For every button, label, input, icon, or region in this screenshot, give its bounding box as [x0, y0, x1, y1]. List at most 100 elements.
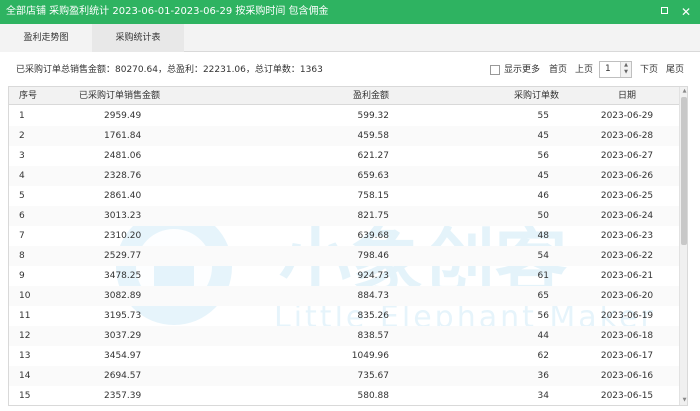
show-more-checkbox[interactable] [490, 65, 500, 75]
table-row[interactable]: 14 2694.57 735.67 36 2023-06-16 [9, 366, 679, 386]
cell-sales-amount: 2861.40 [104, 191, 142, 201]
cell-date: 2023-06-27 [600, 151, 654, 161]
title-bar: 全部店铺 采购盈利统计 2023-06-01-2023-06-29 按采购时间 … [0, 0, 700, 24]
vertical-scrollbar[interactable]: ▲ ▼ [679, 87, 687, 405]
cell-sales-amount: 2694.57 [104, 371, 142, 381]
page-stepper[interactable]: ▲ ▼ [620, 62, 631, 77]
cell-sales-amount: 2481.06 [104, 151, 142, 161]
cell-date: 2023-06-18 [600, 331, 654, 341]
cell-profit: 924.73 [357, 271, 390, 281]
summary-text: 已采购订单总销售金额：80270.64，总盈利：22231.06，总订单数：13… [16, 65, 323, 75]
cell-order-count: 36 [537, 371, 549, 381]
cell-order-count: 46 [537, 191, 549, 201]
cell-order-count: 34 [537, 391, 549, 401]
cell-index: 7 [19, 231, 25, 241]
table-row[interactable]: 1 2959.49 599.32 55 2023-06-29 [9, 106, 679, 126]
cell-sales-amount: 3037.29 [104, 331, 142, 341]
cell-profit: 1049.96 [351, 351, 389, 361]
cell-profit: 758.15 [357, 191, 390, 201]
cell-sales-amount: 2529.77 [104, 251, 142, 261]
cell-order-count: 55 [537, 111, 549, 121]
cell-index: 13 [19, 351, 31, 361]
cell-profit: 821.75 [357, 211, 390, 221]
cell-profit: 798.46 [357, 251, 390, 261]
cell-order-count: 61 [537, 271, 549, 281]
table-row[interactable]: 2 1761.84 459.58 45 2023-06-28 [9, 126, 679, 146]
cell-date: 2023-06-28 [600, 131, 654, 141]
tab-profit-trend[interactable]: 盈利走势图 [0, 24, 92, 52]
cell-index: 10 [19, 291, 31, 301]
table-row[interactable]: 12 3037.29 838.57 44 2023-06-18 [9, 326, 679, 346]
cell-date: 2023-06-23 [600, 231, 654, 241]
cell-order-count: 48 [537, 231, 549, 241]
cell-index: 6 [19, 211, 25, 221]
next-page-link[interactable]: 下页 [640, 64, 658, 76]
stepper-down-icon[interactable]: ▼ [621, 69, 631, 76]
cell-date: 2023-06-21 [600, 271, 654, 281]
table-row[interactable]: 8 2529.77 798.46 54 2023-06-22 [9, 246, 679, 266]
cell-profit: 884.73 [357, 291, 390, 301]
scroll-down-icon[interactable]: ▼ [680, 396, 687, 405]
cell-sales-amount: 2328.76 [104, 171, 142, 181]
table-row[interactable]: 10 3082.89 884.73 65 2023-06-20 [9, 286, 679, 306]
cell-profit: 735.67 [357, 371, 390, 381]
cell-index: 15 [19, 391, 31, 401]
close-button[interactable]: ✕ [678, 4, 694, 20]
header-order-count[interactable]: 采购订单数 [469, 87, 559, 105]
header-sales-amount[interactable]: 已采购订单销售金额 [79, 87, 199, 105]
cell-date: 2023-06-19 [600, 311, 654, 321]
tab-bar: 盈利走势图 采购统计表 [0, 24, 700, 52]
cell-order-count: 56 [537, 151, 549, 161]
maximize-button[interactable] [656, 4, 672, 20]
cell-order-count: 62 [537, 351, 549, 361]
cell-index: 3 [19, 151, 25, 161]
cell-index: 1 [19, 111, 25, 121]
cell-order-count: 65 [537, 291, 549, 301]
cell-index: 2 [19, 131, 25, 141]
table-row[interactable]: 7 2310.20 639.68 48 2023-06-23 [9, 226, 679, 246]
cell-profit: 659.63 [357, 171, 390, 181]
cell-profit: 639.68 [357, 231, 390, 241]
cell-date: 2023-06-29 [600, 111, 654, 121]
table-row[interactable]: 6 3013.23 821.75 50 2023-06-24 [9, 206, 679, 226]
header-date[interactable]: 日期 [587, 87, 667, 105]
cell-sales-amount: 3195.73 [104, 311, 142, 321]
cell-date: 2023-06-20 [600, 291, 654, 301]
cell-profit: 580.88 [357, 391, 390, 401]
close-icon: ✕ [680, 5, 692, 19]
table-row[interactable]: 3 2481.06 621.27 56 2023-06-27 [9, 146, 679, 166]
data-grid: 小象创客 Little Elephant Maker 序号 已采购订单销售金额 … [8, 86, 688, 406]
cell-index: 4 [19, 171, 25, 181]
cell-sales-amount: 2959.49 [104, 111, 142, 121]
scroll-thumb[interactable] [681, 97, 687, 245]
cell-order-count: 56 [537, 311, 549, 321]
table-row[interactable]: 9 3478.25 924.73 61 2023-06-21 [9, 266, 679, 286]
table-row[interactable]: 4 2328.76 659.63 45 2023-06-26 [9, 166, 679, 186]
table-header: 序号 已采购订单销售金额 盈利金额 采购订单数 日期 [9, 87, 679, 105]
last-page-link[interactable]: 尾页 [666, 64, 684, 76]
header-profit[interactable]: 盈利金额 [309, 87, 389, 105]
table-row[interactable]: 15 2357.39 580.88 34 2023-06-15 [9, 386, 679, 405]
cell-order-count: 45 [537, 171, 549, 181]
header-index[interactable]: 序号 [19, 87, 59, 105]
table-row[interactable]: 13 3454.97 1049.96 62 2023-06-17 [9, 346, 679, 366]
cell-order-count: 54 [537, 251, 549, 261]
cell-index: 8 [19, 251, 25, 261]
cell-order-count: 50 [537, 211, 549, 221]
table-row[interactable]: 11 3195.73 835.26 56 2023-06-19 [9, 306, 679, 326]
tab-purchase-table[interactable]: 采购统计表 [92, 24, 184, 52]
window-title: 全部店铺 采购盈利统计 2023-06-01-2023-06-29 按采购时间 … [6, 6, 329, 17]
cell-date: 2023-06-16 [600, 371, 654, 381]
scroll-up-icon[interactable]: ▲ [680, 87, 687, 96]
table-row[interactable]: 5 2861.40 758.15 46 2023-06-25 [9, 186, 679, 206]
stepper-up-icon[interactable]: ▲ [621, 62, 631, 69]
cell-order-count: 44 [537, 331, 549, 341]
show-more-label[interactable]: 显示更多 [504, 64, 540, 76]
prev-page-link[interactable]: 上页 [575, 64, 593, 76]
cell-sales-amount: 1761.84 [104, 131, 142, 141]
first-page-link[interactable]: 首页 [549, 64, 567, 76]
cell-profit: 621.27 [357, 151, 390, 161]
cell-index: 12 [19, 331, 31, 341]
cell-date: 2023-06-17 [600, 351, 654, 361]
cell-date: 2023-06-15 [600, 391, 654, 401]
